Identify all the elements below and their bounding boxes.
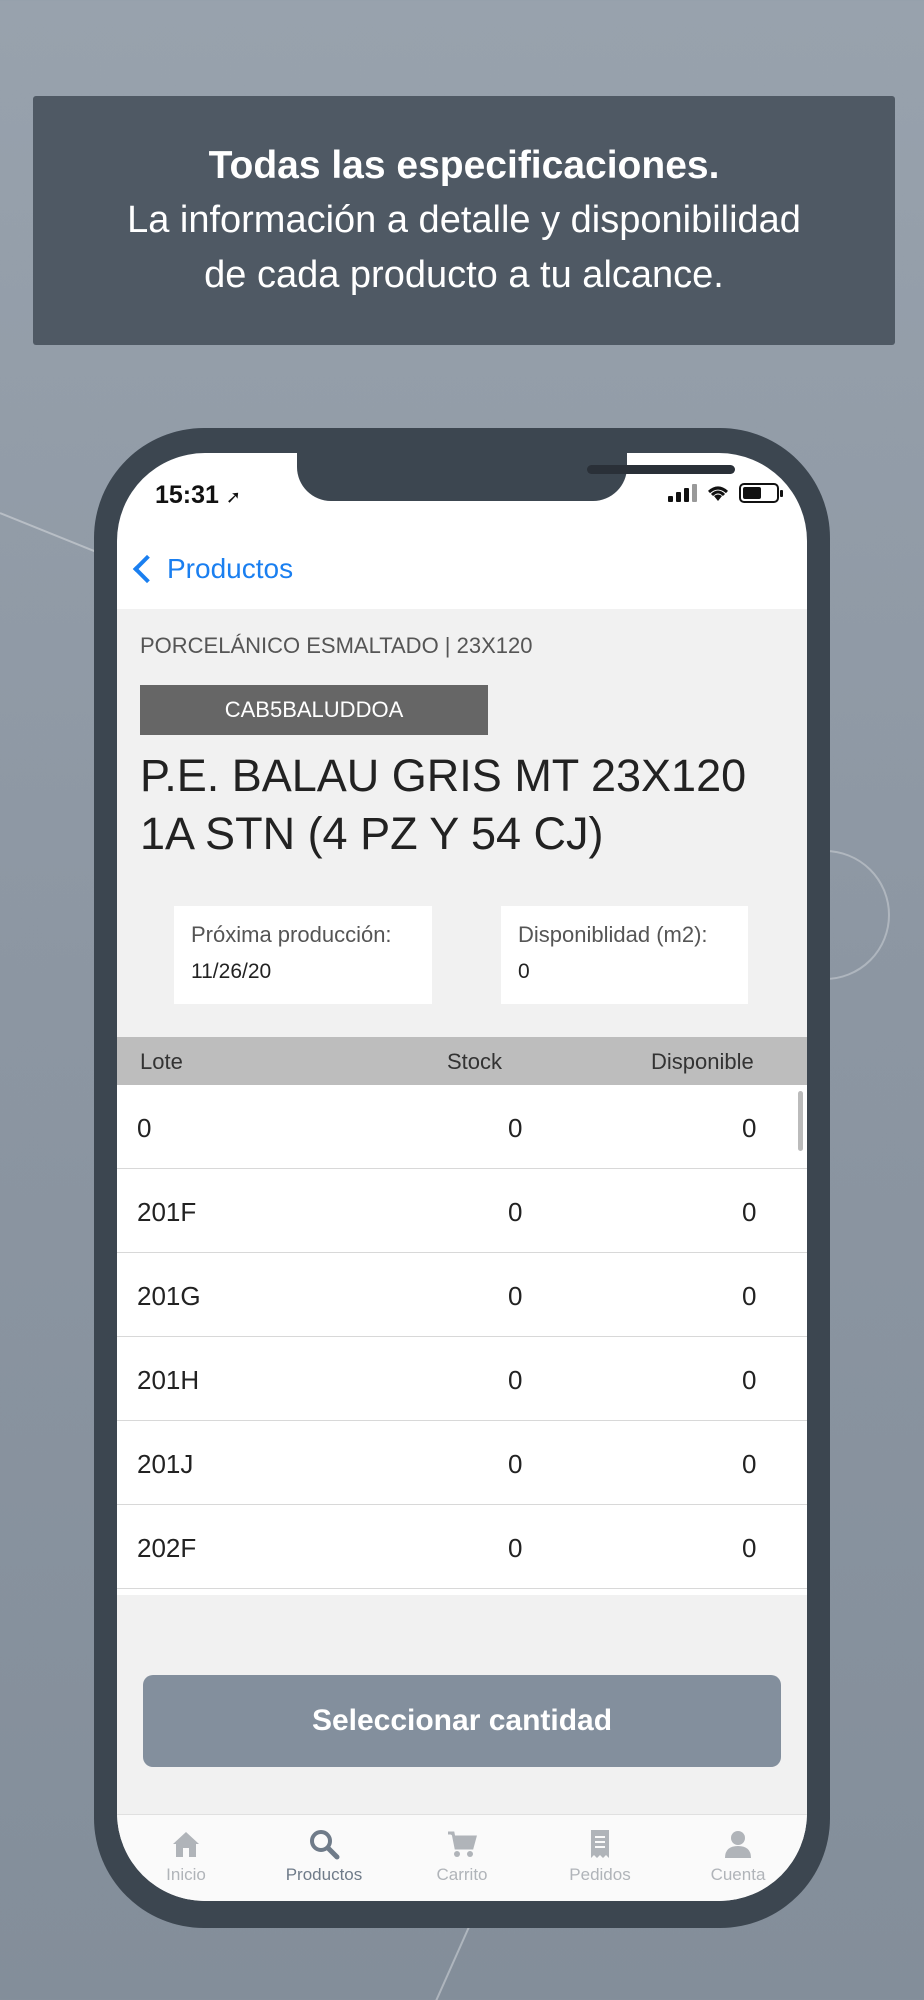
phone-notch — [297, 453, 735, 501]
table-row[interactable]: 201F 0 0 — [117, 1169, 807, 1253]
availability-label: Disponiblidad (m2): — [518, 922, 708, 947]
availability-box: Disponiblidad (m2): 0 — [501, 906, 748, 1004]
tab-pedidos[interactable]: Pedidos — [531, 1815, 669, 1901]
tab-inicio[interactable]: Inicio — [117, 1815, 255, 1901]
tab-bar: Inicio Productos Carrito Pedidos Cuenta — [117, 1814, 807, 1901]
cell-disponible: 0 — [742, 1197, 757, 1227]
phone-screen: 15:31 ➚ Productos PORCELÁNICO ESMALTADO … — [117, 453, 807, 1901]
phone-frame: 15:31 ➚ Productos PORCELÁNICO ESMALTADO … — [94, 428, 830, 1928]
location-arrow-icon: ➚ — [225, 487, 241, 507]
table-row[interactable]: 201G 0 0 — [117, 1253, 807, 1337]
cell-lote: 0 — [137, 1113, 152, 1143]
cell-disponible: 0 — [742, 1533, 757, 1563]
background-line — [0, 512, 103, 556]
cell-lote: 201H — [137, 1365, 200, 1395]
cell-stock: 0 — [508, 1449, 523, 1479]
product-sku-badge: CAB5BALUDDOA — [140, 685, 488, 735]
back-button[interactable]: Productos — [127, 553, 293, 585]
next-production-value: 11/26/20 — [191, 960, 272, 983]
tab-label: Cuenta — [710, 1865, 766, 1884]
table-header: Lote Stock Disponible — [117, 1037, 807, 1085]
home-icon — [173, 1832, 199, 1857]
receipt-icon — [591, 1830, 609, 1858]
tab-productos[interactable]: Productos — [255, 1815, 393, 1901]
cell-lote: 201J — [137, 1449, 194, 1479]
cell-stock: 0 — [508, 1113, 523, 1143]
cell-stock: 0 — [508, 1365, 523, 1395]
lot-table[interactable]: 0 0 0 201F 0 0 201G 0 0 201H 0 0 201J 0 … — [117, 1085, 807, 1595]
cart-icon — [448, 1831, 477, 1857]
cell-stock: 0 — [508, 1281, 523, 1311]
banner-title: Todas las especificaciones. — [208, 144, 720, 187]
next-production-box: Próxima producción: 11/26/20 — [174, 906, 432, 1004]
cell-disponible: 0 — [742, 1113, 757, 1143]
cell-lote: 201F — [137, 1197, 197, 1227]
banner-line-1: La información a detalle y disponibilida… — [127, 199, 801, 241]
product-title-line-1: P.E. BALAU GRIS MT 23X120 — [140, 750, 747, 801]
status-time: 15:31 ➚ — [155, 481, 241, 510]
status-time-text: 15:31 — [155, 481, 219, 509]
next-production-label: Próxima producción: — [191, 922, 392, 947]
cell-disponible: 0 — [742, 1365, 757, 1395]
tab-label: Inicio — [166, 1865, 206, 1884]
cell-disponible: 0 — [742, 1281, 757, 1311]
product-title: P.E. BALAU GRIS MT 23X120 1A STN (4 PZ Y… — [140, 747, 780, 863]
table-row[interactable]: 201H 0 0 — [117, 1337, 807, 1421]
cell-stock: 0 — [508, 1533, 523, 1563]
back-label: Productos — [167, 553, 294, 584]
cell-disponible: 0 — [742, 1449, 757, 1479]
tab-cuenta[interactable]: Cuenta — [669, 1815, 807, 1901]
speaker-grille — [587, 465, 735, 474]
banner-line-2: de cada producto a tu alcance. — [204, 254, 724, 296]
select-quantity-button[interactable]: Seleccionar cantidad — [143, 1675, 781, 1767]
tab-carrito[interactable]: Carrito — [393, 1815, 531, 1901]
promo-banner: Todas las especificaciones. La informaci… — [33, 96, 895, 345]
product-title-line-2: 1A STN (4 PZ Y 54 CJ) — [140, 808, 604, 859]
cell-lote: 202F — [137, 1533, 197, 1563]
chevron-left-icon — [132, 554, 162, 584]
product-detail: PORCELÁNICO ESMALTADO | 23X120 CAB5BALUD… — [117, 609, 807, 1814]
table-row[interactable]: 0 0 0 — [117, 1085, 807, 1169]
product-category: PORCELÁNICO ESMALTADO | 23X120 — [140, 633, 533, 658]
user-icon — [725, 1831, 751, 1858]
cell-stock: 0 — [508, 1197, 523, 1227]
header-lote: Lote — [140, 1049, 183, 1074]
availability-value: 0 — [518, 960, 530, 983]
table-row[interactable]: 201J 0 0 — [117, 1421, 807, 1505]
cell-lote: 201G — [137, 1281, 201, 1311]
battery-icon — [739, 483, 783, 503]
search-icon — [310, 1830, 340, 1860]
header-disponible: Disponible — [651, 1049, 754, 1074]
header-stock: Stock — [447, 1049, 503, 1074]
status-icons — [668, 483, 783, 503]
tab-label: Carrito — [436, 1865, 488, 1884]
wifi-icon — [708, 486, 728, 501]
tab-label: Productos — [285, 1865, 363, 1884]
tab-label: Pedidos — [569, 1865, 631, 1884]
table-row[interactable]: 202F 0 0 — [117, 1505, 807, 1589]
signal-icon — [668, 484, 697, 502]
